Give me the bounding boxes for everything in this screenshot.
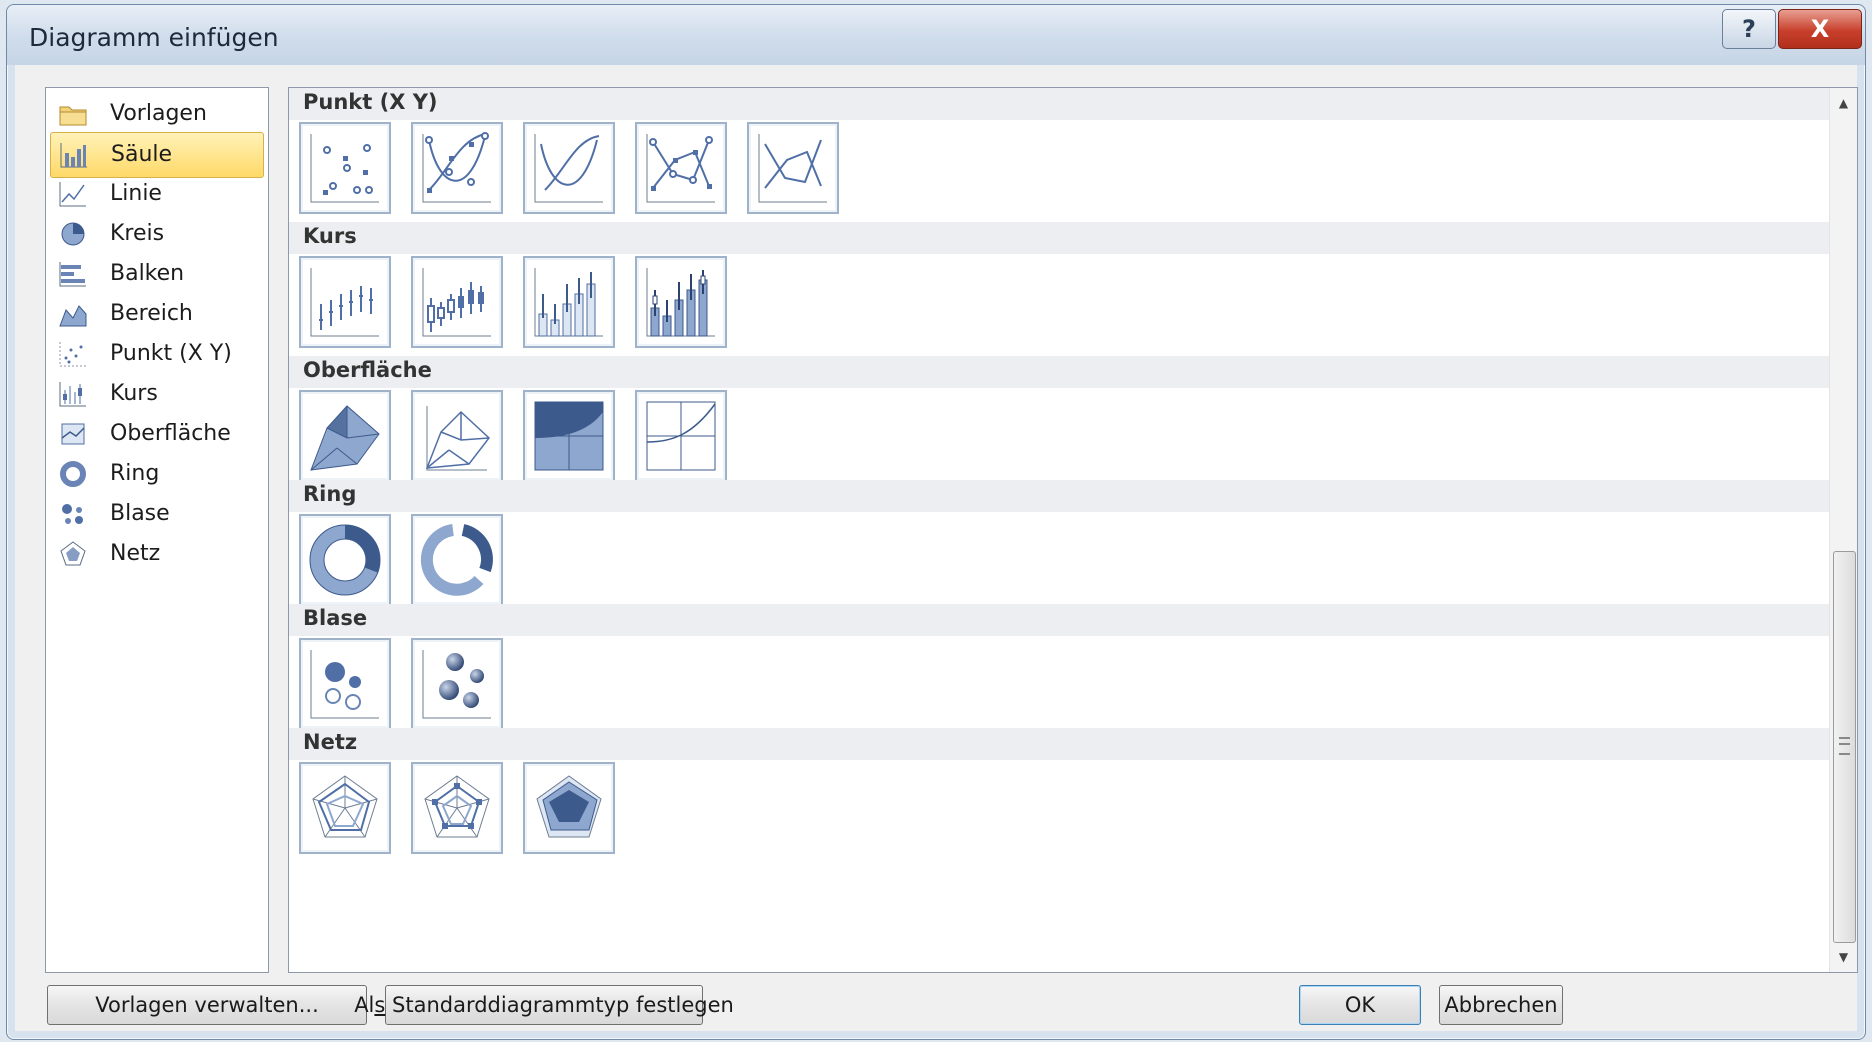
scatter-smooth-icon[interactable]: [523, 122, 615, 214]
category-item-bereich[interactable]: Bereich: [50, 292, 262, 336]
category-item-oberflaeche[interactable]: Oberfläche: [50, 412, 262, 456]
surface-3d-icon[interactable]: [299, 390, 391, 482]
filled-radar-icon[interactable]: [523, 762, 615, 854]
category-label: Netz: [110, 541, 161, 566]
dialog-body: Vorlagen Säule Linie Kreis Balken Bereic…: [15, 65, 1858, 1031]
manage-templates-button[interactable]: Vorlagen verwalten...: [47, 985, 367, 1025]
category-item-linie[interactable]: Linie: [50, 172, 262, 216]
scroll-down-arrow-icon[interactable]: ▼: [1830, 944, 1857, 970]
help-button[interactable]: ?: [1722, 9, 1776, 49]
scatter-markers-icon[interactable]: [299, 122, 391, 214]
scatter-smooth-markers-icon[interactable]: [411, 122, 503, 214]
surface-chart-icon: [58, 420, 88, 448]
set-default-chart-button[interactable]: Al s Standarddiagrammtyp festlegen: [354, 985, 734, 1025]
set-default-accelerator: s: [374, 993, 386, 1017]
scatter-chart-icon: [58, 340, 88, 368]
radar-markers-icon[interactable]: [411, 762, 503, 854]
stock-vohlc-icon[interactable]: [635, 256, 727, 348]
dialog-title: Diagramm einfügen: [29, 23, 279, 52]
section-header-blase: Blase: [289, 604, 1829, 636]
section-title: Kurs: [303, 224, 357, 248]
radar-chart-icon: [58, 540, 88, 568]
category-label: Kurs: [110, 381, 158, 406]
section-title: Oberfläche: [303, 358, 432, 382]
section-header-oberflaeche: Oberfläche: [289, 356, 1829, 388]
category-label: Vorlagen: [110, 101, 207, 126]
section-header-punkt: Punkt (X Y): [289, 88, 1829, 120]
set-default-prefix: Al: [354, 993, 375, 1017]
cancel-button[interactable]: Abbrechen: [1439, 985, 1563, 1025]
contour-icon[interactable]: [523, 390, 615, 482]
category-label: Bereich: [110, 301, 193, 326]
scroll-up-arrow-icon[interactable]: ▲: [1830, 90, 1857, 116]
section-title: Ring: [303, 482, 357, 506]
stock-chart-icon: [58, 380, 88, 408]
category-label: Blase: [110, 501, 170, 526]
category-item-balken[interactable]: Balken: [50, 252, 262, 296]
section-title: Punkt (X Y): [303, 90, 438, 114]
line-chart-icon: [58, 180, 88, 208]
bubble-icon[interactable]: [299, 638, 391, 730]
category-item-kurs[interactable]: Kurs: [50, 372, 262, 416]
pie-chart-icon: [58, 220, 88, 248]
section-header-ring: Ring: [289, 480, 1829, 512]
stock-vhlc-icon[interactable]: [523, 256, 615, 348]
scatter-straight-markers-icon[interactable]: [635, 122, 727, 214]
scatter-straight-icon[interactable]: [747, 122, 839, 214]
doughnut-icon[interactable]: [299, 514, 391, 606]
title-bar[interactable]: Diagramm einfügen ? X: [7, 5, 1865, 65]
stock-ohlc-icon[interactable]: [411, 256, 503, 348]
doughnut-chart-icon: [58, 460, 88, 488]
category-label: Kreis: [110, 221, 165, 246]
grip-icon: [1839, 737, 1850, 755]
bar-chart-icon: [58, 260, 88, 288]
category-label: Linie: [110, 181, 162, 206]
category-item-blase[interactable]: Blase: [50, 492, 262, 536]
radar-icon[interactable]: [299, 762, 391, 854]
bubble-chart-icon: [58, 500, 88, 528]
category-item-ring[interactable]: Ring: [50, 452, 262, 496]
category-label: Säule: [111, 142, 173, 167]
area-chart-icon: [58, 300, 88, 328]
ok-button[interactable]: OK: [1299, 985, 1421, 1025]
set-default-rest: Standarddiagrammtyp festlegen: [385, 993, 734, 1017]
scroll-thumb[interactable]: [1833, 551, 1856, 943]
chart-category-list[interactable]: Vorlagen Säule Linie Kreis Balken Bereic…: [45, 87, 269, 973]
section-header-kurs: Kurs: [289, 222, 1829, 254]
category-label: Oberfläche: [110, 421, 231, 446]
category-item-kreis[interactable]: Kreis: [50, 212, 262, 256]
section-header-netz: Netz: [289, 728, 1829, 760]
category-label: Punkt (X Y): [110, 341, 232, 366]
section-title: Blase: [303, 606, 368, 630]
folder-icon: [58, 100, 88, 128]
category-item-vorlagen[interactable]: Vorlagen: [50, 92, 262, 136]
close-button[interactable]: X: [1778, 9, 1862, 49]
stock-hlc-icon[interactable]: [299, 256, 391, 348]
category-label: Ring: [110, 461, 160, 486]
contour-wireframe-icon[interactable]: [635, 390, 727, 482]
category-item-punkt[interactable]: Punkt (X Y): [50, 332, 262, 376]
exploded-doughnut-icon[interactable]: [411, 514, 503, 606]
column-chart-icon: [59, 141, 89, 169]
bubble-3d-icon[interactable]: [411, 638, 503, 730]
surface-wireframe-icon[interactable]: [411, 390, 503, 482]
category-item-netz[interactable]: Netz: [50, 532, 262, 576]
section-title: Netz: [303, 730, 358, 754]
gallery-scrollbar[interactable]: ▲ ▼: [1829, 88, 1857, 972]
category-label: Balken: [110, 261, 185, 286]
chart-type-gallery[interactable]: Punkt (X Y) Kurs Oberfläche Ring Blase N…: [288, 87, 1858, 973]
insert-chart-dialog: Diagramm einfügen ? X Vorlagen Säule Lin…: [6, 4, 1866, 1040]
